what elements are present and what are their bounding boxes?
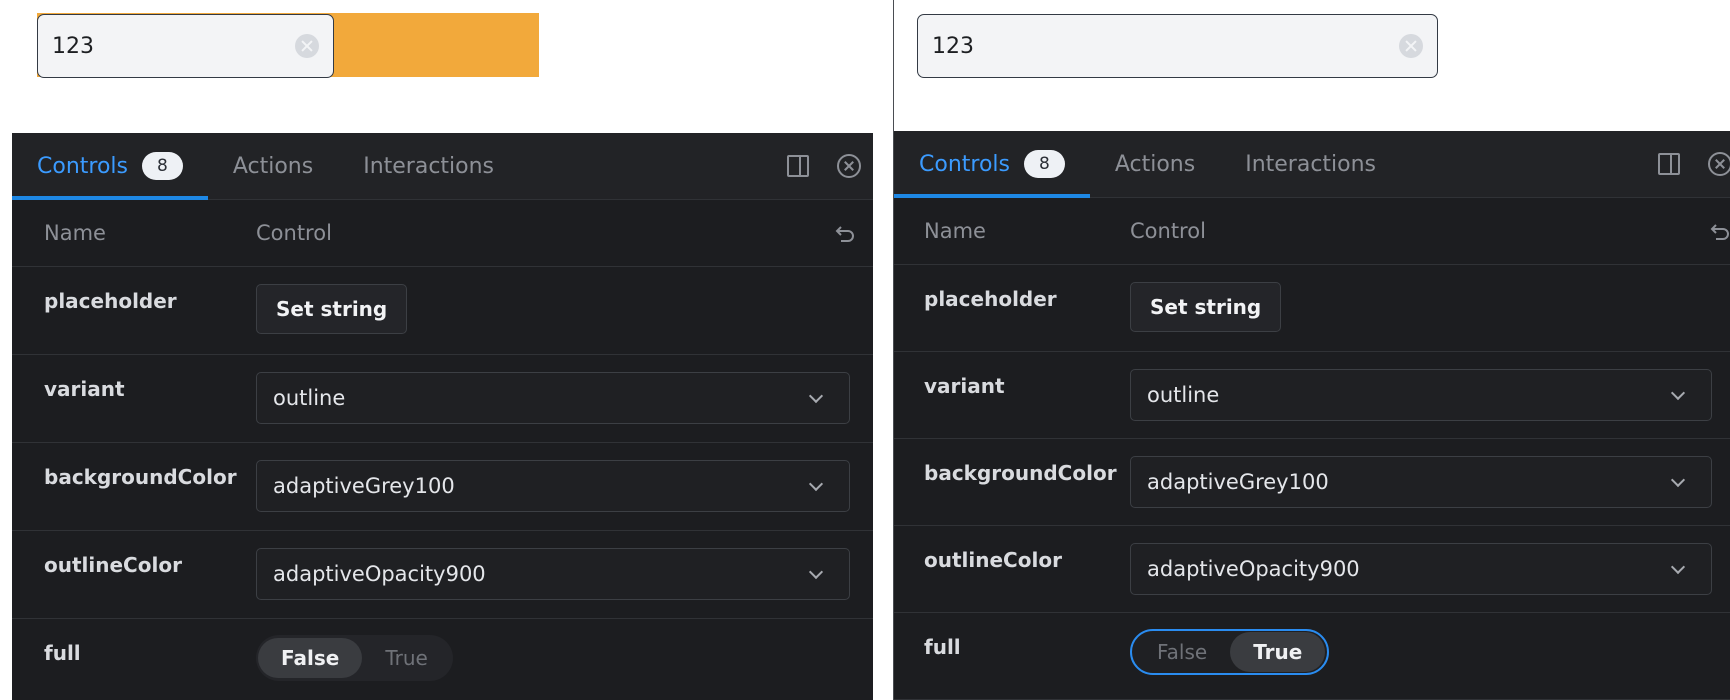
control-row-outline-color: outlineColor adaptiveOpacity900 xyxy=(894,526,1730,613)
control-row-background-color: backgroundColor adaptiveGrey100 xyxy=(894,439,1730,526)
control-column-header: Control xyxy=(256,221,332,245)
select-value: adaptiveGrey100 xyxy=(1147,470,1329,494)
control-row-placeholder: placeholder Set string xyxy=(12,267,873,355)
tab-actions-label: Actions xyxy=(1114,151,1196,177)
reset-controls-icon[interactable] xyxy=(1708,220,1730,244)
text-field[interactable]: 123 xyxy=(917,14,1438,78)
clear-icon[interactable] xyxy=(295,34,319,58)
toggle-false-option[interactable]: False xyxy=(1134,632,1230,672)
text-field[interactable]: 123 xyxy=(37,14,334,78)
chevron-down-icon xyxy=(1670,559,1686,575)
control-row-outline-color: outlineColor adaptiveOpacity900 xyxy=(12,531,873,619)
tab-actions[interactable]: Actions xyxy=(208,133,338,199)
control-name: variant xyxy=(924,374,1005,398)
control-name: full xyxy=(924,635,961,659)
panel-orientation-icon[interactable] xyxy=(787,155,809,177)
tab-interactions[interactable]: Interactions xyxy=(338,133,519,199)
control-name: full xyxy=(44,641,81,665)
close-panel-icon[interactable] xyxy=(1708,152,1730,176)
tab-actions-label: Actions xyxy=(232,153,314,179)
tab-interactions-label: Interactions xyxy=(363,153,495,179)
chevron-down-icon xyxy=(808,564,824,580)
tab-controls[interactable]: Controls 8 xyxy=(894,131,1090,198)
toggle-true-option[interactable]: True xyxy=(362,638,450,678)
name-column-header: Name xyxy=(924,219,986,243)
control-row-variant: variant outline xyxy=(894,352,1730,439)
select-value: adaptiveOpacity900 xyxy=(1147,557,1360,581)
tab-interactions[interactable]: Interactions xyxy=(1220,131,1401,197)
control-name: backgroundColor xyxy=(924,461,1117,485)
control-row-placeholder: placeholder Set string xyxy=(894,265,1730,352)
control-row-full: full False True xyxy=(894,613,1730,700)
tab-actions[interactable]: Actions xyxy=(1090,131,1220,197)
set-string-button[interactable]: Set string xyxy=(1130,282,1282,332)
control-name: placeholder xyxy=(44,289,177,313)
name-column-header: Name xyxy=(44,221,106,245)
set-string-button[interactable]: Set string xyxy=(256,284,408,334)
background-color-select[interactable]: adaptiveGrey100 xyxy=(1130,456,1712,508)
outline-color-select[interactable]: adaptiveOpacity900 xyxy=(1130,543,1712,595)
variant-select[interactable]: outline xyxy=(1130,369,1712,421)
toggle-false-option[interactable]: False xyxy=(258,638,363,678)
control-row-background-color: backgroundColor adaptiveGrey100 xyxy=(12,443,873,531)
controls-header: Name Control xyxy=(12,200,873,267)
control-name: backgroundColor xyxy=(44,465,237,489)
close-panel-icon[interactable] xyxy=(837,154,861,178)
addons-tabbar: Controls 8 Actions Interactions xyxy=(12,133,873,200)
full-toggle[interactable]: False True xyxy=(1130,629,1330,675)
controls-count-badge: 8 xyxy=(142,152,183,180)
tab-controls[interactable]: Controls 8 xyxy=(12,133,208,200)
clear-icon[interactable] xyxy=(1399,34,1423,58)
controls-count-badge: 8 xyxy=(1024,150,1065,178)
chevron-down-icon xyxy=(808,388,824,404)
control-column-header: Control xyxy=(1130,219,1206,243)
control-name: variant xyxy=(44,377,125,401)
chevron-down-icon xyxy=(1670,472,1686,488)
select-value: adaptiveOpacity900 xyxy=(273,562,486,586)
control-name: placeholder xyxy=(924,287,1057,311)
text-field-value: 123 xyxy=(52,33,94,59)
addons-tabbar: Controls 8 Actions Interactions xyxy=(894,131,1730,198)
tab-controls-label: Controls xyxy=(919,151,1010,177)
chevron-down-icon xyxy=(1670,385,1686,401)
addons-panel: Controls 8 Actions Interactions Name Con… xyxy=(12,133,873,700)
control-name: outlineColor xyxy=(924,548,1062,572)
text-field-value: 123 xyxy=(932,33,974,59)
select-value: outline xyxy=(1147,383,1220,407)
panel-orientation-icon[interactable] xyxy=(1658,153,1680,175)
full-toggle[interactable]: False True xyxy=(256,635,453,681)
outline-color-select[interactable]: adaptiveOpacity900 xyxy=(256,548,850,600)
toggle-true-option[interactable]: True xyxy=(1230,632,1326,672)
tab-interactions-label: Interactions xyxy=(1245,151,1377,177)
tab-controls-label: Controls xyxy=(37,153,128,179)
addons-panel: Controls 8 Actions Interactions Name Con… xyxy=(894,131,1730,700)
background-color-select[interactable]: adaptiveGrey100 xyxy=(256,460,850,512)
control-name: outlineColor xyxy=(44,553,182,577)
controls-header: Name Control xyxy=(894,198,1730,265)
chevron-down-icon xyxy=(808,476,824,492)
select-value: outline xyxy=(273,386,346,410)
select-value: adaptiveGrey100 xyxy=(273,474,455,498)
control-row-full: full False True xyxy=(12,619,873,700)
reset-controls-icon[interactable] xyxy=(833,222,857,246)
variant-select[interactable]: outline xyxy=(256,372,850,424)
control-row-variant: variant outline xyxy=(12,355,873,443)
